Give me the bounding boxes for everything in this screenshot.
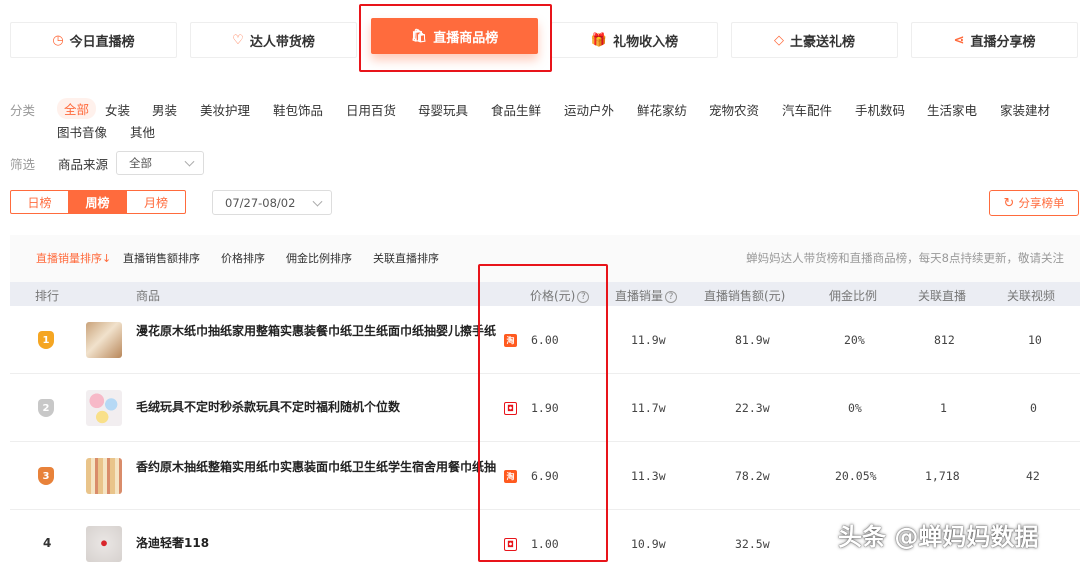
tab-today-live[interactable]: ◷ 今日直播榜 xyxy=(10,22,177,58)
sales-cell: 11.3w xyxy=(631,469,666,483)
live-cell: 1 xyxy=(940,401,947,415)
clock-icon: ◷ xyxy=(52,32,64,48)
product-name[interactable]: 香约原木抽纸整箱实用纸巾实惠装面巾纸卫生纸学生宿舍用餐巾纸抽 xyxy=(136,460,496,474)
sort-by-live[interactable]: 关联直播排序 xyxy=(373,250,439,266)
category-item[interactable]: 其他 xyxy=(130,122,155,141)
filter-label: 筛选 xyxy=(10,157,36,172)
category-item[interactable]: 宠物农资 xyxy=(709,100,759,119)
video-cell: 10 xyxy=(1028,333,1042,347)
tab-influencer-sales[interactable]: ♡ 达人带货榜 xyxy=(190,22,357,58)
revenue-cell: 81.9w xyxy=(735,333,770,347)
revenue-cell: 78.2w xyxy=(735,469,770,483)
category-item[interactable]: 男装 xyxy=(152,100,177,119)
category-item[interactable]: 手机数码 xyxy=(855,100,905,119)
bronze-medal-icon: 3 xyxy=(38,467,54,485)
sales-cell: 11.9w xyxy=(631,333,666,347)
video-cell: 42 xyxy=(1026,469,1040,483)
tab-label: 土豪送礼榜 xyxy=(789,34,855,50)
header-sales: 直播销量? xyxy=(615,287,678,304)
period-day[interactable]: 日榜 xyxy=(11,191,69,213)
rank-number: 4 xyxy=(43,536,52,550)
source-select-value: 全部 xyxy=(129,156,152,170)
category-item[interactable]: 美妆护理 xyxy=(200,100,250,119)
date-range-select[interactable]: 07/27-08/02 xyxy=(212,190,332,215)
category-item[interactable]: 女装 xyxy=(105,100,130,119)
product-thumbnail[interactable] xyxy=(86,458,122,494)
product-thumbnail[interactable] xyxy=(86,526,122,562)
tab-big-spender[interactable]: ◇ 土豪送礼榜 xyxy=(731,22,898,58)
source-label: 商品来源 xyxy=(58,157,109,172)
date-range-value: 07/27-08/02 xyxy=(225,195,296,210)
header-revenue: 直播销售额(元) xyxy=(704,289,786,303)
period-month[interactable]: 月榜 xyxy=(127,191,185,213)
silver-medal-icon: 2 xyxy=(38,399,54,417)
category-item[interactable]: 食品生鲜 xyxy=(491,100,541,119)
header-commission: 佣金比例 xyxy=(829,289,878,303)
category-label: 分类 xyxy=(10,103,36,118)
chevron-down-icon xyxy=(312,196,323,207)
product-name[interactable]: 毛绒玩具不定时秒杀款玩具不定时福利随机个位数 xyxy=(136,400,496,414)
diamond-icon: ◇ xyxy=(773,32,784,48)
header-product: 商品 xyxy=(136,289,161,303)
share-button-label: 分享榜单 xyxy=(1018,196,1065,210)
update-notice: 蝉妈妈达人带货榜和直播商品榜，每天8点持续更新，敬请关注 xyxy=(746,251,1064,265)
category-item[interactable]: 图书音像 xyxy=(57,122,107,141)
video-cell: 0 xyxy=(1030,401,1037,415)
header-sales-label: 直播销量 xyxy=(615,289,664,303)
product-thumbnail[interactable] xyxy=(86,322,122,358)
highlight-box-price-column xyxy=(478,264,608,562)
category-item[interactable]: 家装建材 xyxy=(1000,100,1050,119)
revenue-cell: 22.3w xyxy=(735,401,770,415)
category-item[interactable]: 运动户外 xyxy=(564,100,614,119)
live-cell: 812 xyxy=(934,333,955,347)
sort-by-revenue[interactable]: 直播销售额排序 xyxy=(123,250,200,266)
chevron-down-icon xyxy=(184,156,195,167)
header-video: 关联视频 xyxy=(1007,289,1056,303)
sort-by-price[interactable]: 价格排序 xyxy=(221,250,265,266)
product-thumbnail[interactable] xyxy=(86,390,122,426)
period-toggle: 日榜 周榜 月榜 xyxy=(10,190,186,214)
category-item[interactable]: 汽车配件 xyxy=(782,100,832,119)
share-icon: ↻ xyxy=(1003,195,1015,211)
help-icon[interactable]: ? xyxy=(665,291,678,303)
sort-by-sales[interactable]: 直播销量排序↓ xyxy=(36,250,111,266)
product-name[interactable]: 漫花原木纸巾抽纸家用整箱实惠装餐巾纸卫生纸面巾纸抽婴儿擦手纸 xyxy=(136,324,496,338)
commission-cell: 20.05% xyxy=(835,469,877,483)
tab-gift-income[interactable]: 🎁 礼物收入榜 xyxy=(551,22,718,58)
sort-by-commission[interactable]: 佣金比例排序 xyxy=(286,250,352,266)
live-cell: 1,718 xyxy=(925,469,960,483)
category-item[interactable]: 鲜花家纺 xyxy=(637,100,687,119)
tab-label: 达人带货榜 xyxy=(249,34,315,50)
tab-live-share[interactable]: ⋖ 直播分享榜 xyxy=(911,22,1078,58)
category-item[interactable]: 日用百货 xyxy=(346,100,396,119)
period-week[interactable]: 周榜 xyxy=(69,191,127,213)
tab-label: 直播分享榜 xyxy=(970,34,1036,50)
category-item-all[interactable]: 全部 xyxy=(57,98,97,119)
gift-icon: 🎁 xyxy=(590,32,608,48)
share-icon: ⋖ xyxy=(953,32,965,48)
tab-label: 今日直播榜 xyxy=(69,34,135,50)
sales-cell: 11.7w xyxy=(631,401,666,415)
header-rank: 排行 xyxy=(35,289,60,303)
header-live: 关联直播 xyxy=(918,289,967,303)
commission-cell: 20% xyxy=(844,333,865,347)
source-select[interactable]: 全部 xyxy=(116,151,204,175)
tab-label: 礼物收入榜 xyxy=(613,34,679,50)
watermark: 头条 @蝉妈妈数据 xyxy=(838,523,1039,551)
commission-cell: 0% xyxy=(848,401,862,415)
share-ranking-button[interactable]: ↻ 分享榜单 xyxy=(989,190,1079,216)
sales-cell: 10.9w xyxy=(631,537,666,551)
category-item[interactable]: 鞋包饰品 xyxy=(273,100,323,119)
category-item[interactable]: 母婴玩具 xyxy=(418,100,468,119)
category-item[interactable]: 生活家电 xyxy=(927,100,977,119)
heart-icon: ♡ xyxy=(232,32,244,48)
revenue-cell: 32.5w xyxy=(735,537,770,551)
product-name[interactable]: 洛迪轻奢118 xyxy=(136,536,496,550)
highlight-box-active-tab xyxy=(359,4,552,72)
gold-medal-icon: 1 xyxy=(38,331,54,349)
